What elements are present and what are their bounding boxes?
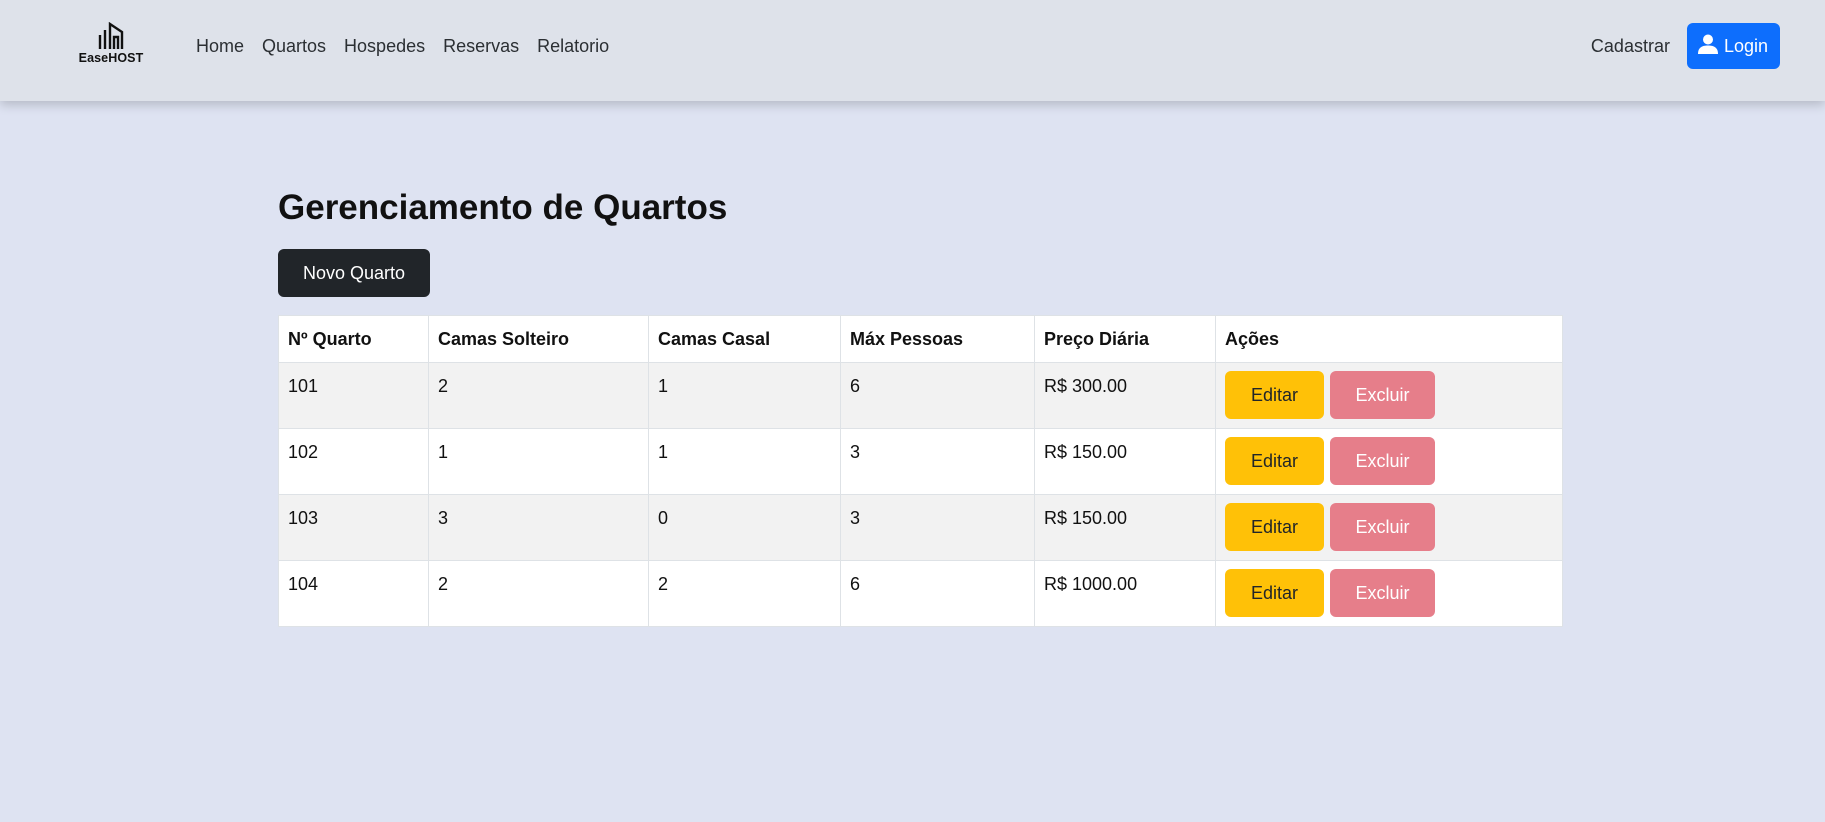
- table-row: 103 3 0 3 R$ 150.00 Editar Excluir: [278, 494, 1563, 561]
- login-label: Login: [1723, 35, 1768, 56]
- cadastrar-link[interactable]: Cadastrar: [1591, 36, 1670, 57]
- user-icon: [1697, 34, 1718, 59]
- cell-camas-solteiro: 1: [428, 428, 649, 495]
- nav-link-hospedes[interactable]: Hospedes: [335, 34, 434, 58]
- cell-camas-casal: 1: [648, 428, 841, 495]
- delete-button[interactable]: Excluir: [1330, 437, 1435, 485]
- delete-button[interactable]: Excluir: [1330, 503, 1435, 551]
- delete-button[interactable]: Excluir: [1330, 569, 1435, 617]
- cell-max-pessoas: 3: [840, 428, 1035, 495]
- cell-camas-solteiro: 2: [428, 362, 649, 429]
- table-row: 101 2 1 6 R$ 300.00 Editar Excluir: [278, 362, 1563, 429]
- buildings-logo-icon: [76, 22, 146, 49]
- cell-actions: Editar Excluir: [1215, 494, 1563, 561]
- edit-button[interactable]: Editar: [1225, 371, 1324, 419]
- cell-max-pessoas: 6: [840, 362, 1035, 429]
- cell-camas-casal: 1: [648, 362, 841, 429]
- edit-button[interactable]: Editar: [1225, 569, 1324, 617]
- edit-button[interactable]: Editar: [1225, 437, 1324, 485]
- page-title: Gerenciamento de Quartos: [278, 188, 728, 227]
- cell-actions: Editar Excluir: [1215, 362, 1563, 429]
- header-camas-solteiro: Camas Solteiro: [428, 315, 649, 363]
- cell-actions: Editar Excluir: [1215, 560, 1563, 627]
- cell-actions: Editar Excluir: [1215, 428, 1563, 495]
- cell-preco: R$ 1000.00: [1034, 560, 1216, 627]
- brand-logo[interactable]: EaseHOST: [76, 22, 146, 65]
- header-camas-casal: Camas Casal: [648, 315, 841, 363]
- cell-max-pessoas: 3: [840, 494, 1035, 561]
- cell-numero: 103: [278, 494, 429, 561]
- header-max-pessoas: Máx Pessoas: [840, 315, 1035, 363]
- cell-camas-casal: 2: [648, 560, 841, 627]
- edit-button[interactable]: Editar: [1225, 503, 1324, 551]
- header-preco-diaria: Preço Diária: [1034, 315, 1216, 363]
- cell-preco: R$ 150.00: [1034, 494, 1216, 561]
- navbar: EaseHOST Home Quartos Hospedes Reservas …: [0, 0, 1825, 101]
- nav-links: Home Quartos Hospedes Reservas Relatorio: [187, 34, 618, 58]
- cell-numero: 101: [278, 362, 429, 429]
- cell-preco: R$ 150.00: [1034, 428, 1216, 495]
- cell-camas-casal: 0: [648, 494, 841, 561]
- table-row: 104 2 2 6 R$ 1000.00 Editar Excluir: [278, 560, 1563, 627]
- nav-right: Cadastrar Login: [1591, 23, 1780, 69]
- cell-camas-solteiro: 2: [428, 560, 649, 627]
- brand-name: EaseHOST: [78, 51, 144, 65]
- delete-button[interactable]: Excluir: [1330, 371, 1435, 419]
- new-room-button[interactable]: Novo Quarto: [278, 249, 430, 297]
- rooms-table: Nº Quarto Camas Solteiro Camas Casal Máx…: [278, 315, 1563, 627]
- nav-link-quartos[interactable]: Quartos: [253, 34, 335, 58]
- cell-preco: R$ 300.00: [1034, 362, 1216, 429]
- header-acoes: Ações: [1215, 315, 1563, 363]
- table-header-row: Nº Quarto Camas Solteiro Camas Casal Máx…: [278, 315, 1563, 363]
- login-button[interactable]: Login: [1686, 23, 1780, 69]
- header-numero: Nº Quarto: [278, 315, 429, 363]
- nav-link-reservas[interactable]: Reservas: [434, 34, 528, 58]
- table-row: 102 1 1 3 R$ 150.00 Editar Excluir: [278, 428, 1563, 495]
- rooms-table-wrapper: Nº Quarto Camas Solteiro Camas Casal Máx…: [278, 315, 1563, 627]
- nav-link-relatorio[interactable]: Relatorio: [528, 34, 618, 58]
- cell-numero: 104: [278, 560, 429, 627]
- cell-numero: 102: [278, 428, 429, 495]
- cell-max-pessoas: 6: [840, 560, 1035, 627]
- nav-link-home[interactable]: Home: [187, 34, 253, 58]
- cell-camas-solteiro: 3: [428, 494, 649, 561]
